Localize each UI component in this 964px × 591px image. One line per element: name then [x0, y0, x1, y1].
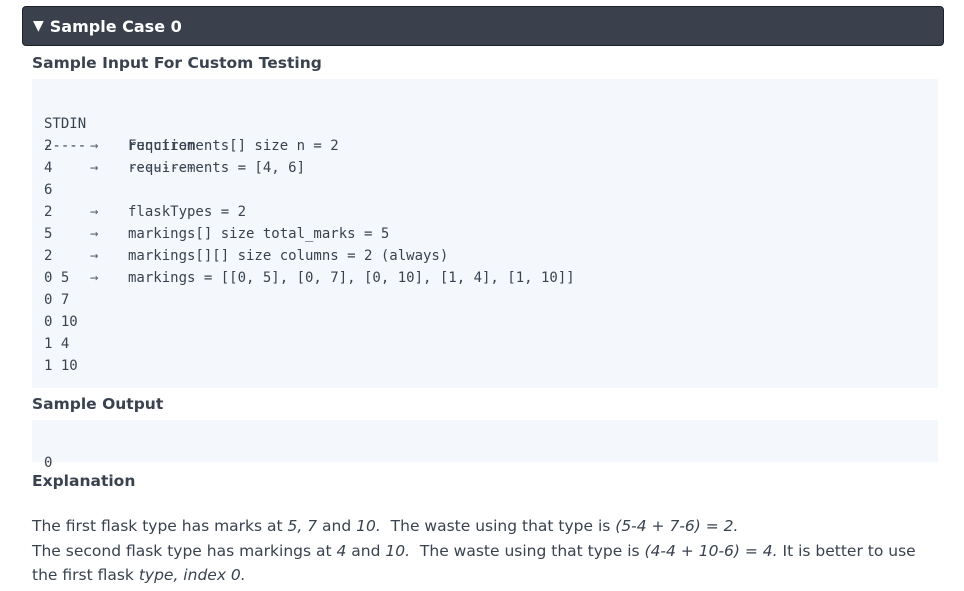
stdin-value: 2 — [44, 204, 53, 220]
text: and — [346, 542, 386, 560]
io-row: 4 → requirements = [4, 6] — [44, 157, 924, 179]
io-row: 2 → flaskTypes = 2 — [44, 201, 924, 223]
explanation-paragraph-1: The first flask type has marks at 5, 7 a… — [32, 514, 932, 538]
function-description: markings[][] size columns = 2 (always) — [128, 248, 449, 264]
caret-down-icon: ▼ — [33, 18, 44, 34]
io-row: 0 7 — [44, 289, 924, 311]
io-row: 0 5 → markings = [[0, 5], [0, 7], [0, 10],… — [44, 267, 924, 289]
stdin-value: 0 5 — [44, 270, 70, 286]
io-row: 1 10 — [44, 355, 924, 377]
stdin-value: 1 4 — [44, 336, 70, 352]
function-description: flaskTypes = 2 — [128, 204, 247, 220]
emphasis: 5, 7 — [287, 517, 318, 535]
sample-case-title: Sample Case 0 — [49, 16, 182, 36]
function-description: markings[] size total_marks = 5 — [128, 226, 390, 242]
text: The waste using that type is — [410, 542, 645, 560]
stdin-value: 1 10 — [44, 358, 78, 374]
explanation-heading: Explanation — [32, 472, 136, 490]
explanation-paragraph-2: The second flask type has markings at 4 … — [32, 539, 932, 587]
sample-output-value: 0 — [44, 455, 53, 471]
io-header-row: STDIN Function — [44, 91, 924, 154]
sample-input-block: STDIN Function ----- -------- 2 → requirem… — [32, 79, 938, 388]
stdin-value: 2 — [44, 138, 53, 154]
stdin-value: 0 10 — [44, 314, 78, 330]
stdin-value: 4 — [44, 160, 53, 176]
emphasis: (5-4 + 7-6) = 2. — [615, 517, 739, 535]
emphasis: (4-4 + 10-6) = 4. — [644, 542, 778, 560]
stdin-value: 6 — [44, 182, 53, 198]
arrow-right-icon: → — [90, 226, 99, 242]
stdin-value: 0 7 — [44, 292, 70, 308]
io-row: 1 4 — [44, 333, 924, 355]
io-row: 0 10 — [44, 311, 924, 333]
stdin-value: 5 — [44, 226, 53, 242]
sample-case-toggle[interactable]: ▼ Sample Case 0 — [22, 6, 944, 46]
emphasis: 10. — [356, 517, 381, 535]
emphasis: type, index 0. — [138, 566, 246, 584]
function-description: requirements[] size n = 2 — [128, 138, 339, 154]
sample-input-heading: Sample Input For Custom Testing — [32, 54, 322, 72]
text: The second flask type has markings at — [32, 542, 337, 560]
arrow-right-icon: → — [90, 270, 99, 286]
stdin-value: 2 — [44, 248, 53, 264]
io-row: 5 → markings[] size total_marks = 5 — [44, 223, 924, 245]
text: The waste using that type is — [380, 517, 616, 535]
io-row: 2 → markings[][] size columns = 2 (always) — [44, 245, 924, 267]
io-row: 2 → requirements[] size n = 2 — [44, 135, 924, 157]
function-description: requirements = [4, 6] — [128, 160, 306, 176]
emphasis: 4 — [336, 542, 347, 560]
text: The first flask type has marks at — [32, 517, 288, 535]
io-row: 6 — [44, 179, 924, 201]
arrow-right-icon: → — [90, 160, 99, 176]
function-description: markings = [[0, 5], [0, 7], [0, 10], [1,… — [128, 270, 575, 286]
io-separator-row: ----- -------- — [44, 113, 924, 176]
text: and — [317, 517, 357, 535]
emphasis: 10. — [385, 542, 411, 560]
arrow-right-icon: → — [90, 138, 99, 154]
arrow-right-icon: → — [90, 248, 99, 264]
arrow-right-icon: → — [90, 204, 99, 220]
sample-output-block: 0 — [32, 420, 938, 471]
sample-output-heading: Sample Output — [32, 395, 164, 413]
